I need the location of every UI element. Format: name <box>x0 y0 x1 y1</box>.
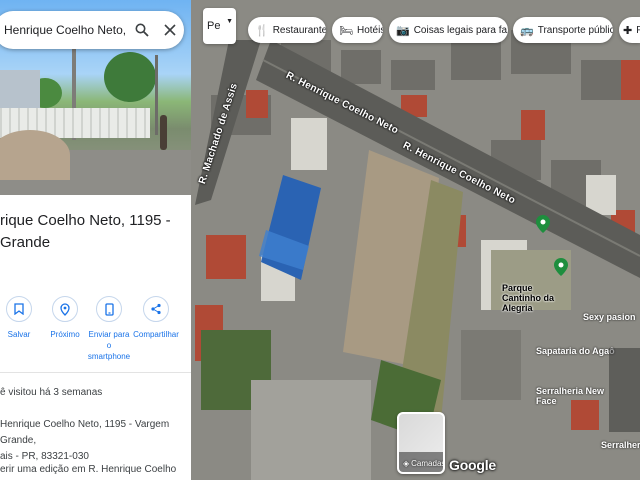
layers-button[interactable]: ◈ Camadas <box>397 412 445 474</box>
share-button[interactable]: Compartilhar <box>133 296 179 340</box>
search-box[interactable]: Henrique Coelho Neto, 1195 - Varg <box>0 11 184 49</box>
bus-icon: 🚌 <box>520 24 534 37</box>
google-logo: Google <box>449 457 497 473</box>
address-text[interactable]: Henrique Coelho Neto, 1195 - Vargem Gran… <box>0 417 191 465</box>
send-to-phone-button[interactable]: Enviar para o smartphone <box>86 296 132 362</box>
search-input[interactable]: Henrique Coelho Neto, 1195 - Varg <box>4 23 126 37</box>
satellite-imagery <box>191 0 640 480</box>
place-panel: Henrique Coelho Neto, 1195 - Varg rique … <box>0 0 191 480</box>
visit-history: ê visitou há 3 semanas <box>0 387 103 398</box>
bookmark-icon <box>6 296 32 322</box>
chip-hotels[interactable]: 🛏 Hotéis <box>332 17 383 43</box>
share-icon <box>143 296 169 322</box>
chip-things-to-do[interactable]: 📷Coisas legais para faz... <box>389 17 508 43</box>
poi-label[interactable]: Serralheria <box>601 440 640 450</box>
watermark-logo <box>609 348 640 432</box>
layers-icon: ◈ <box>403 459 410 468</box>
poi-label[interactable]: Sexy pasion <box>583 312 636 322</box>
fork-knife-icon: 🍴 <box>255 24 269 37</box>
pharmacy-icon: ✚ <box>623 24 633 37</box>
save-button[interactable]: Salvar <box>0 296 42 340</box>
nearby-icon <box>52 296 78 322</box>
poi-label[interactable]: Sapataria do Agaô <box>536 346 615 356</box>
phone-icon <box>96 296 122 322</box>
chip-transit[interactable]: 🚌 Transporte público <box>513 17 613 43</box>
chip-restaurants[interactable]: 🍴Restaurantes <box>248 17 326 43</box>
close-icon[interactable] <box>158 18 182 42</box>
satellite-map[interactable]: R. Henrique Coelho Neto R. Henrique Coel… <box>191 0 640 480</box>
chevron-down-icon: ▼ <box>226 18 233 25</box>
park-pin-icon[interactable] <box>536 215 550 233</box>
park-pin-icon[interactable] <box>554 258 568 276</box>
poi-label[interactable]: Serralheria New Face <box>536 386 616 406</box>
poi-label-park[interactable]: Parque Cantinho da Alegria <box>502 283 572 313</box>
chip-pharmacies[interactable]: ✚ F <box>619 17 640 43</box>
camera-icon: 📷 <box>396 24 410 37</box>
nearby-button[interactable]: Próximo <box>42 296 88 340</box>
divider <box>0 372 191 373</box>
search-icon[interactable] <box>130 18 154 42</box>
place-title: rique Coelho Neto, 1195 - Grande <box>0 212 171 251</box>
bed-icon: 🛏 <box>339 24 353 37</box>
action-bar: Salvar Próximo Enviar para o smartphone … <box>0 296 191 361</box>
map-type-dropdown[interactable]: Pe ▼ <box>203 8 236 44</box>
suggest-edit-link[interactable]: erir uma edição em R. Henrique Coelho Ne… <box>0 462 191 480</box>
